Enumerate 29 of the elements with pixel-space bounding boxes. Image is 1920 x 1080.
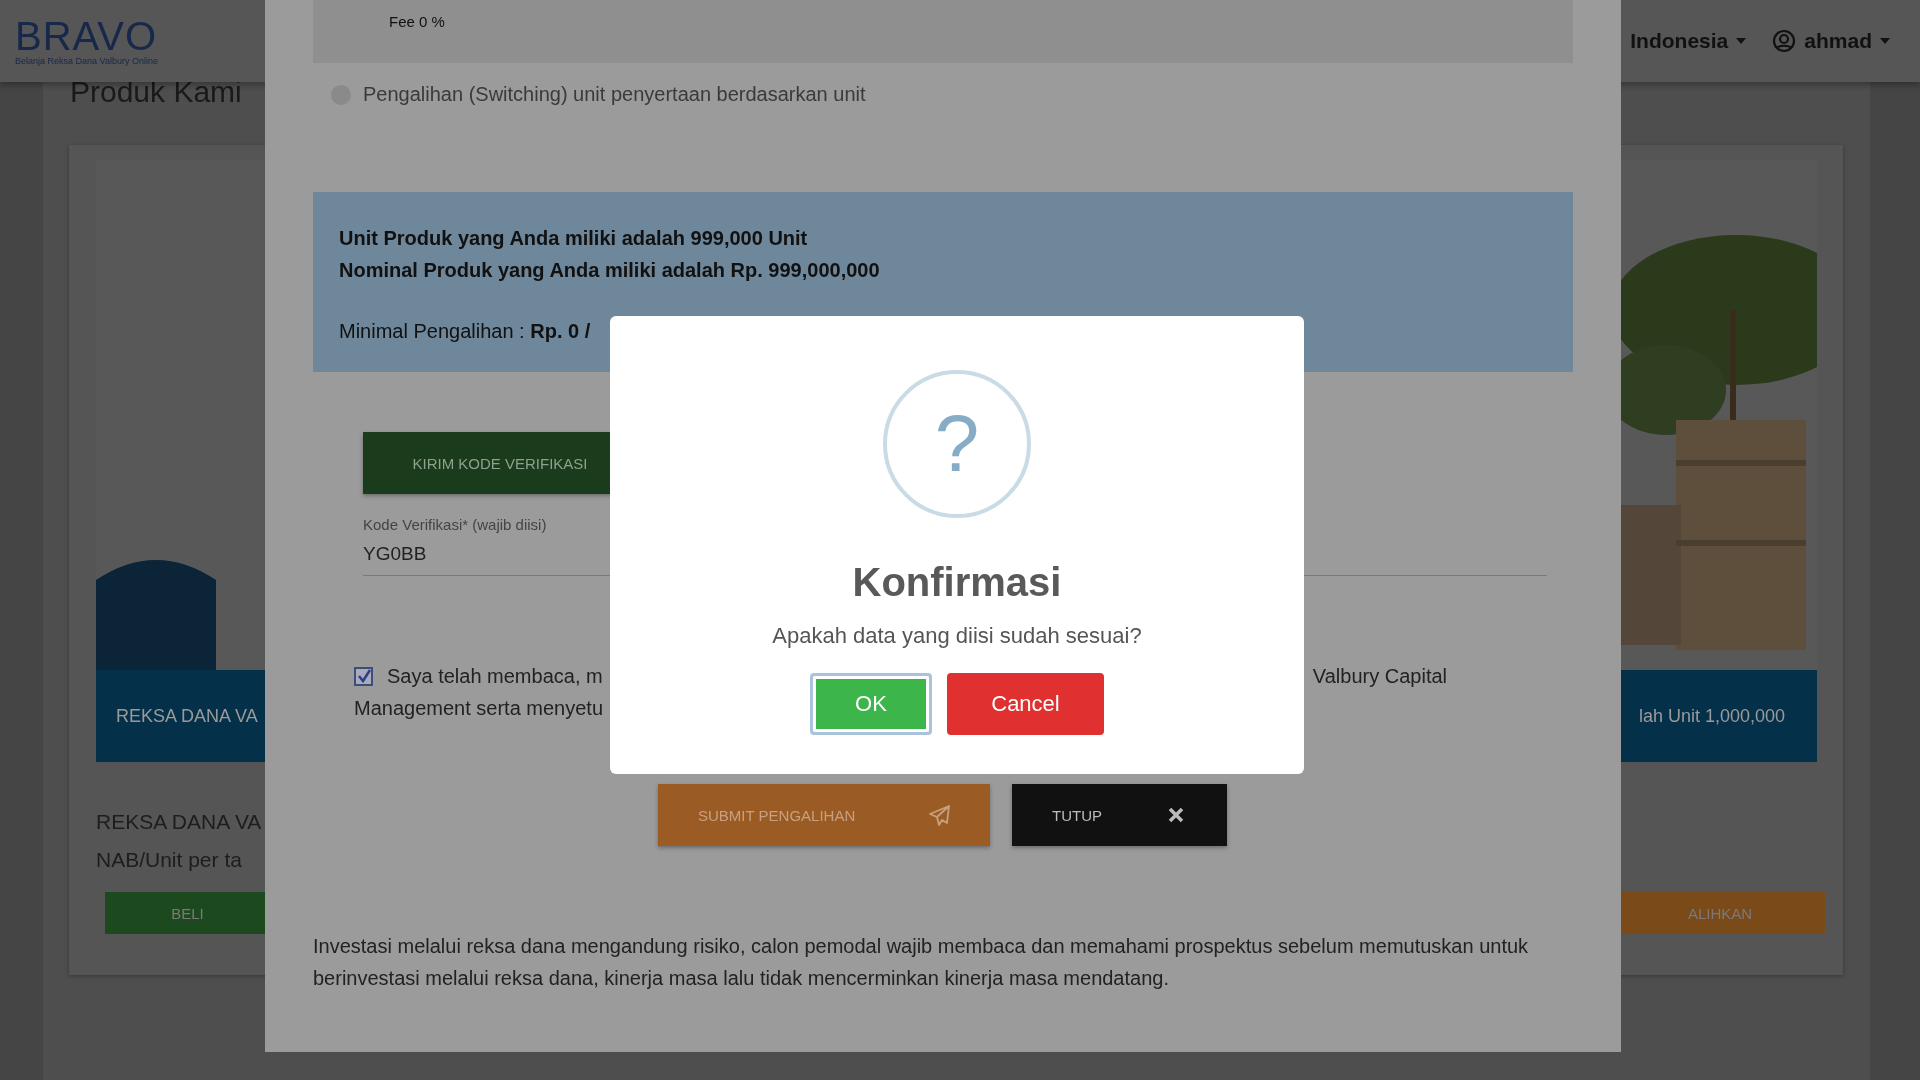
radio-label: Pengalihan (Switching) unit penyertaan berdasarkan unit [363, 83, 866, 106]
banner-text: lah Unit 1,000,000 [1638, 705, 1785, 727]
agreement-text: Management serta menyetu [354, 696, 604, 720]
dialog-message: Apakah data yang diisi sudah sesuai? [772, 623, 1142, 649]
checkbox[interactable] [354, 666, 373, 686]
user-menu[interactable]: ahmad [1772, 29, 1890, 53]
info-text: Nominal Produk yang Anda miliki adalah Rp. 999,000,000 [339, 258, 881, 283]
language-menu[interactable]: Indonesia [1630, 29, 1747, 53]
agreement-text: Valbury Capital [1312, 664, 1447, 688]
banner-text: REKSA DANA VA [116, 705, 258, 727]
disclaimer-text: Investasi melalui reksa dana mengandung risiko, calon pemodal wajib membaca dan memahami prospektus sebelum memutuskan untuk berinvestasi melalui reksa dana, kinerja masa lalu tidak mencerminkan kinerja masa mendatang. [313, 934, 1530, 991]
send-icon [928, 804, 950, 826]
agreement-text: Saya telah membaca, m [387, 664, 603, 688]
logo[interactable]: BRAVO [15, 16, 158, 56]
nav-label: NAB/Unit per ta [96, 848, 242, 872]
product-name: REKSA DANA VA [96, 810, 262, 834]
submit-button[interactable]: SUBMIT PENGALIHAN [658, 784, 990, 846]
minimum-text: Minimal Pengalihan : Rp. 0 / [339, 320, 592, 343]
close-button[interactable]: TUTUP [1012, 784, 1227, 846]
dialog-title: Konfirmasi [852, 560, 1062, 605]
ok-button[interactable]: OK [810, 673, 932, 735]
fee-text: Fee 0 % [389, 13, 445, 30]
question-icon: ? [883, 370, 1031, 518]
info-text: Unit Produk yang Anda miliki adalah 999,000 Unit [339, 226, 809, 251]
caret-icon [1880, 38, 1890, 44]
cancel-button[interactable]: Cancel [947, 673, 1104, 735]
field-label: Kode Verifikasi* (wajib diisi) [363, 516, 548, 533]
user-icon [1772, 29, 1797, 53]
caret-icon [1736, 38, 1747, 44]
